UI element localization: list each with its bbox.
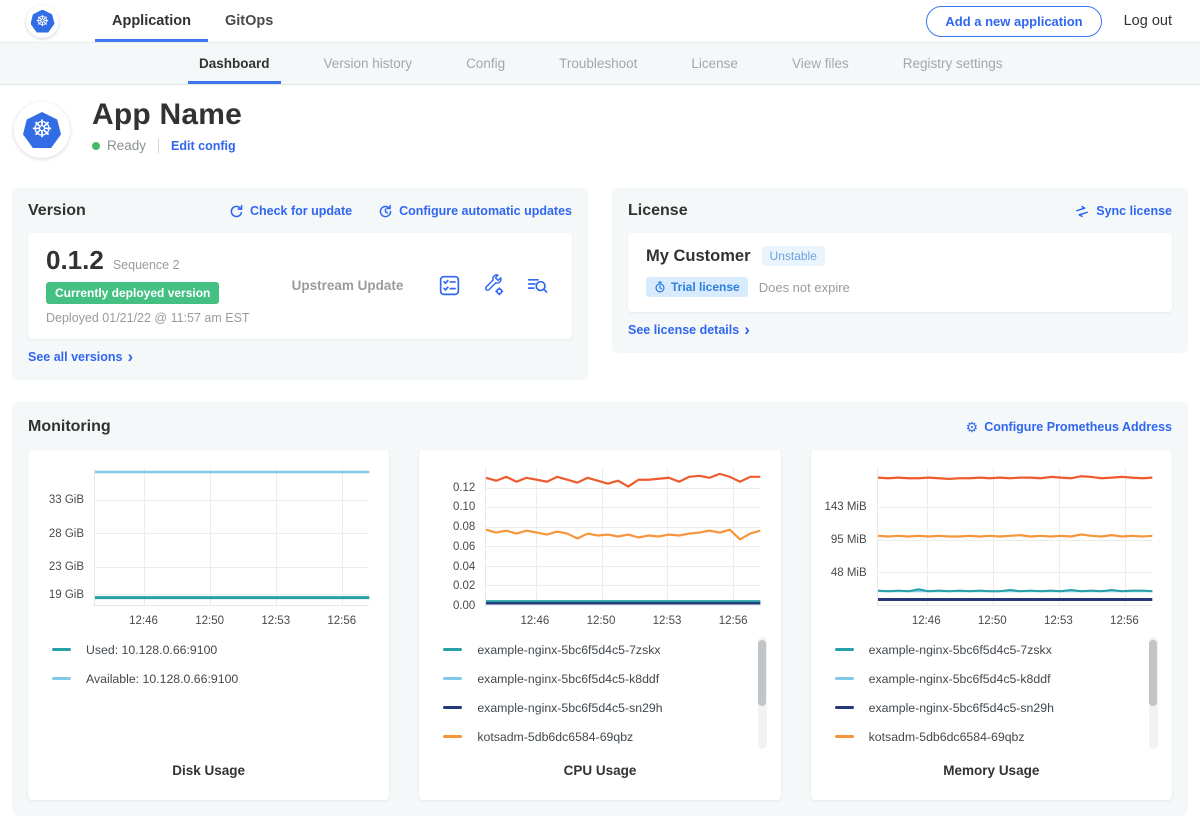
app-avatar-kubernetes-icon: ☸ [14, 102, 70, 158]
monitoring-title: Monitoring [28, 418, 111, 436]
refresh-icon [229, 204, 244, 219]
expiration-text: Does not expire [759, 280, 850, 295]
version-card-title: Version [28, 202, 86, 220]
check-for-update-link[interactable]: Check for update [229, 204, 352, 219]
cpu-usage-chart: 0.000.020.040.060.080.100.12 12:4612:501… [419, 450, 780, 800]
configure-automatic-updates-label: Configure automatic updates [399, 204, 572, 218]
chart-title: Memory Usage [821, 751, 1162, 792]
chart-legend: Used: 10.128.0.66:9100Available: 10.128.… [52, 635, 379, 693]
kubernetes-logo-icon: ☸ [26, 5, 59, 38]
gear-icon: ⚙ [966, 419, 979, 436]
plot-area [485, 468, 760, 606]
chart-title: Disk Usage [38, 751, 379, 792]
y-axis-labels: 0.000.020.040.060.080.100.12 [429, 468, 483, 606]
channel-badge: Unstable [762, 246, 825, 266]
customer-name: My Customer [646, 247, 751, 266]
tab-version-history[interactable]: Version history [297, 43, 440, 84]
legend-item: example-nginx-5bc6f5d4c5-7zskx [835, 635, 1162, 664]
logout-button[interactable]: Log out [1124, 13, 1172, 29]
memory-usage-chart: 48 MiB95 MiB143 MiB 12:4612:5012:5312:56… [811, 450, 1172, 800]
see-all-versions-link[interactable]: See all versions › [28, 350, 572, 364]
legend-item: kotsadm-5db6dc6584-69qbz [835, 722, 1162, 751]
license-box: My Customer Unstable Trial license Does … [628, 233, 1172, 312]
status-ready-dot-icon [92, 142, 100, 150]
version-source-label: Upstream Update [258, 278, 437, 293]
trial-license-badge: Trial license [646, 277, 748, 297]
chart-legend: example-nginx-5bc6f5d4c5-7zskxexample-ng… [443, 635, 770, 751]
page-title: App Name [92, 98, 242, 132]
tab-dashboard[interactable]: Dashboard [172, 43, 297, 84]
legend-item: kotsadm-5db6dc6584-69qbz [443, 722, 770, 751]
chart-legend: example-nginx-5bc6f5d4c5-7zskxexample-ng… [835, 635, 1162, 751]
monitoring-section: Monitoring ⚙ Configure Prometheus Addres… [12, 402, 1188, 816]
legend-item: example-nginx-5bc6f5d4c5-k8ddf [835, 664, 1162, 693]
plot-area [877, 468, 1152, 606]
schedule-update-icon [378, 204, 393, 219]
sequence-label: Sequence 2 [113, 258, 180, 272]
edit-config-link[interactable]: Edit config [171, 139, 236, 153]
top-tab-gitops[interactable]: GitOps [208, 0, 290, 42]
chart-lines [486, 468, 760, 605]
currently-deployed-badge: Currently deployed version [46, 282, 219, 304]
version-number: 0.1.2 [46, 245, 104, 276]
sync-license-label: Sync license [1096, 204, 1172, 218]
app-sub-nav: Dashboard Version history Config Trouble… [0, 43, 1200, 85]
y-axis-labels: 48 MiB95 MiB143 MiB [821, 468, 875, 606]
configure-automatic-updates-link[interactable]: Configure automatic updates [378, 204, 572, 219]
legend-scrollbar[interactable] [1149, 637, 1158, 749]
chart-title: CPU Usage [429, 751, 770, 792]
tab-view-files[interactable]: View files [765, 43, 876, 84]
tab-license[interactable]: License [664, 43, 765, 84]
status-text: Ready [107, 138, 146, 153]
legend-scrollbar[interactable] [758, 637, 767, 749]
top-nav: ☸ Application GitOps Add a new applicati… [0, 0, 1200, 43]
tab-config[interactable]: Config [439, 43, 532, 84]
configure-prometheus-label: Configure Prometheus Address [984, 420, 1172, 434]
see-license-details-label: See license details [628, 323, 739, 337]
view-diff-icon[interactable] [525, 273, 550, 298]
legend-item: example-nginx-5bc6f5d4c5-k8ddf [443, 664, 770, 693]
chevron-right-icon: › [744, 325, 750, 335]
legend-item: Used: 10.128.0.66:9100 [52, 635, 379, 664]
see-license-details-link[interactable]: See license details › [628, 323, 1172, 337]
legend-item: example-nginx-5bc6f5d4c5-sn29h [443, 693, 770, 722]
y-axis-labels: 19 GiB23 GiB28 GiB33 GiB [38, 468, 92, 606]
see-all-versions-label: See all versions [28, 350, 123, 364]
top-nav-tabs: Application GitOps [95, 0, 290, 42]
preflight-checks-icon[interactable] [437, 273, 462, 298]
top-tab-gitops-label: GitOps [225, 13, 273, 29]
license-card: License Sync license My Customer Unstabl… [612, 188, 1188, 353]
current-version-box: 0.1.2 Sequence 2 Currently deployed vers… [28, 233, 572, 339]
top-tab-application[interactable]: Application [95, 0, 208, 42]
tab-registry-settings[interactable]: Registry settings [876, 43, 1030, 84]
configure-prometheus-link[interactable]: ⚙ Configure Prometheus Address [966, 419, 1172, 436]
app-header: ☸ App Name Ready Edit config [0, 85, 1200, 178]
x-axis-labels: 12:4612:5012:5312:56 [485, 606, 760, 633]
chevron-right-icon: › [128, 352, 134, 362]
divider [158, 138, 159, 153]
summary-cards-row: Version Check for update Configure autom… [12, 188, 1188, 380]
top-tab-application-label: Application [112, 13, 191, 29]
x-axis-labels: 12:4612:5012:5312:56 [877, 606, 1152, 633]
check-for-update-label: Check for update [250, 204, 352, 218]
plot-area [94, 468, 369, 606]
version-card: Version Check for update Configure autom… [12, 188, 588, 380]
sync-icon [1072, 201, 1092, 220]
sync-license-link[interactable]: Sync license [1074, 204, 1172, 219]
add-new-application-button[interactable]: Add a new application [926, 6, 1101, 37]
deployed-timestamp: Deployed 01/21/22 @ 11:57 am EST [46, 311, 258, 325]
legend-item: example-nginx-5bc6f5d4c5-7zskx [443, 635, 770, 664]
chart-lines [95, 468, 369, 605]
charts-row: 19 GiB23 GiB28 GiB33 GiB 12:4612:5012:53… [28, 450, 1172, 800]
stopwatch-icon [654, 281, 666, 293]
chart-lines [878, 468, 1152, 605]
legend-item: Available: 10.128.0.66:9100 [52, 664, 379, 693]
trial-license-label: Trial license [671, 280, 740, 294]
config-icon[interactable] [481, 273, 506, 298]
tab-troubleshoot[interactable]: Troubleshoot [532, 43, 664, 84]
disk-usage-chart: 19 GiB23 GiB28 GiB33 GiB 12:4612:5012:53… [28, 450, 389, 800]
legend-item: example-nginx-5bc6f5d4c5-sn29h [835, 693, 1162, 722]
x-axis-labels: 12:4612:5012:5312:56 [94, 606, 369, 633]
license-card-title: License [628, 202, 688, 220]
